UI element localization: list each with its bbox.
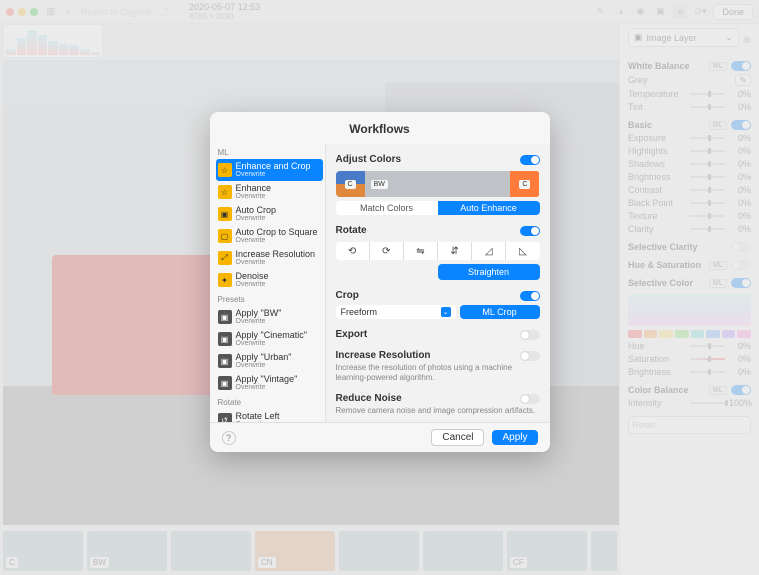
workflow-item-rotate-left[interactable]: ↺Rotate LeftOverwrite [216,409,323,422]
dialog-footer: ? Cancel Apply [210,422,550,452]
export-header: Export [336,329,540,340]
rotate-icon: ↺ [218,413,232,422]
preset-icon: ▣ [218,376,232,390]
enhance-segment[interactable]: Match Colors Auto Enhance [336,201,540,215]
adjust-colors-toggle[interactable] [520,155,540,165]
ml-icon: ⤢ [218,251,232,265]
crop-header: Crop [336,290,540,301]
match-colors-button[interactable]: Match Colors [336,201,438,215]
straighten-button[interactable]: Straighten [438,264,540,280]
workflow-item-preset[interactable]: ▣Apply "Urban"Overwrite [216,350,323,372]
ml-icon: ✦ [218,273,232,287]
adjust-colors-header: Adjust Colors [336,154,540,165]
ml-icon: ▣ [218,207,232,221]
workflow-item-increase-res[interactable]: ⤢Increase ResolutionOverwrite [216,247,323,269]
apply-button[interactable]: Apply [492,430,537,445]
ml-icon: ☆ [218,163,232,177]
export-toggle[interactable] [520,330,540,340]
crop-mode-select[interactable]: Freeform⌄ [336,305,456,319]
crop-toggle[interactable] [520,291,540,301]
rotate-right-button[interactable]: ⟳ [370,242,404,260]
increase-res-toggle[interactable] [520,351,540,361]
workflow-options: Adjust Colors C BW C Match Colors Auto E… [325,144,550,422]
straighten-ccw-button[interactable]: ◿ [472,242,506,260]
workflow-item-preset[interactable]: ▣Apply "BW"Overwrite [216,306,323,328]
rotate-toggle[interactable] [520,226,540,236]
section-label: Rotate [218,398,323,407]
workflows-dialog: Workflows ML ☆Enhance and CropOverwrite … [210,112,550,452]
ml-icon: ☆ [218,185,232,199]
color-preset-thumbs[interactable]: C BW C [336,171,540,197]
workflow-item-preset[interactable]: ▣Apply "Cinematic"Overwrite [216,328,323,350]
ml-crop-button[interactable]: ML Crop [460,305,540,319]
reduce-noise-toggle[interactable] [520,394,540,404]
preset-icon: ▣ [218,354,232,368]
section-label: Presets [218,295,323,304]
preset-icon: ▣ [218,310,232,324]
workflow-item-autocrop-sq[interactable]: ▢Auto Crop to SquareOverwrite [216,225,323,247]
reduce-noise-block: Reduce Noise Remove camera noise and ima… [336,393,540,416]
dialog-title: Workflows [210,112,550,144]
ml-icon: ▢ [218,229,232,243]
workflow-item-enhance[interactable]: ☆EnhanceOverwrite [216,181,323,203]
flip-h-button[interactable]: ⇋ [404,242,438,260]
preset-icon: ▣ [218,332,232,346]
increase-resolution-block: Increase Resolution Increase the resolut… [336,350,540,383]
auto-enhance-button[interactable]: Auto Enhance [438,201,540,215]
workflow-item-preset[interactable]: ▣Apply "Vintage"Overwrite [216,372,323,394]
chevron-updown-icon: ⌄ [441,307,451,317]
workflow-item-enhance-crop[interactable]: ☆Enhance and CropOverwrite [216,159,323,181]
flip-v-button[interactable]: ⇵ [438,242,472,260]
section-label: ML [218,148,323,157]
workflow-item-autocrop[interactable]: ▣Auto CropOverwrite [216,203,323,225]
help-button[interactable]: ? [222,431,236,445]
cancel-button[interactable]: Cancel [431,429,484,446]
workflow-item-denoise[interactable]: ✦DenoiseOverwrite [216,269,323,291]
rotate-left-button[interactable]: ⟲ [336,242,370,260]
rotate-header: Rotate [336,225,540,236]
straighten-cw-button[interactable]: ◺ [506,242,539,260]
workflow-list: ML ☆Enhance and CropOverwrite ☆EnhanceOv… [210,144,325,422]
